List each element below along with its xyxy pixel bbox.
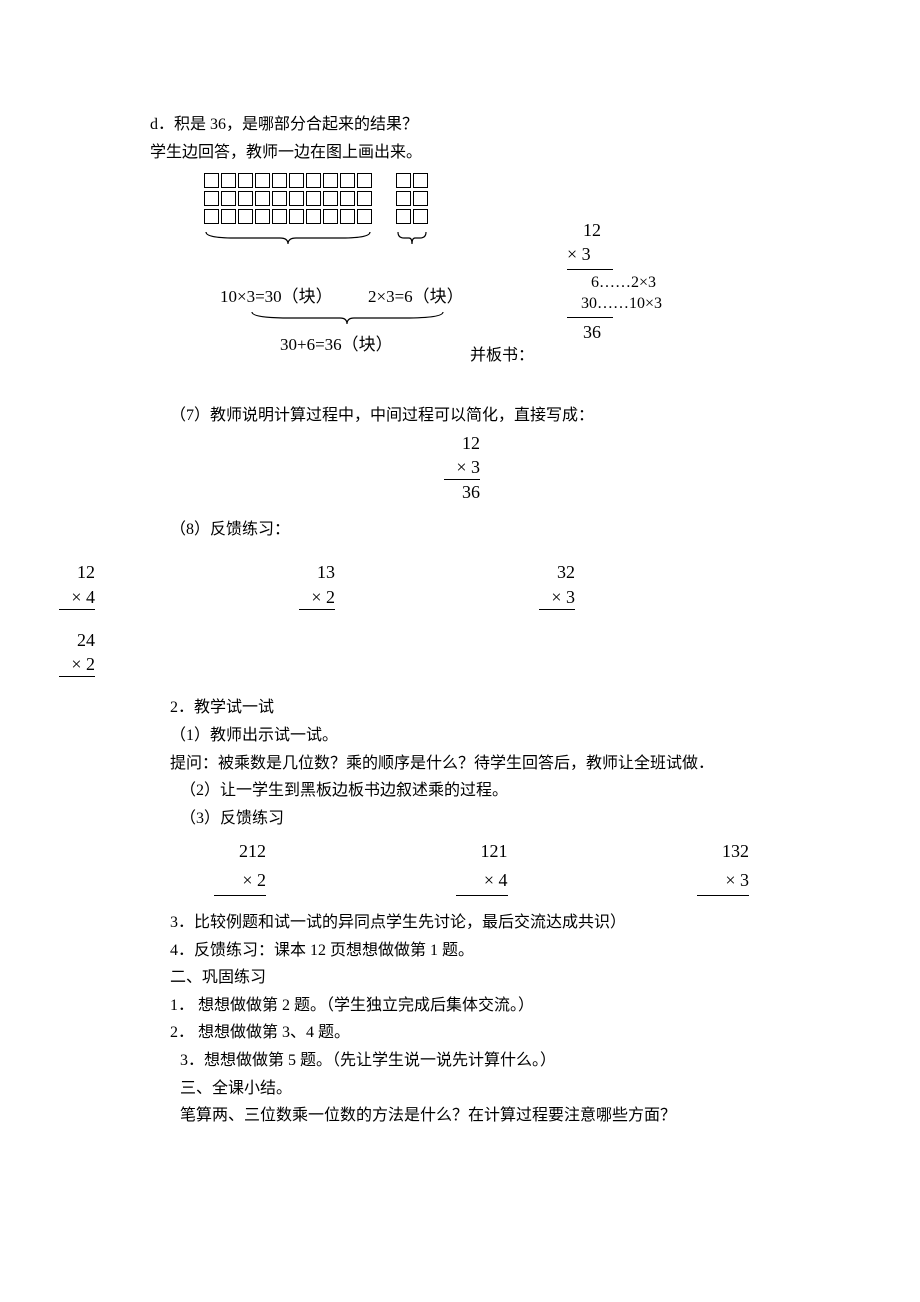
section-2-3: （3）反馈练习 — [150, 806, 770, 832]
summary-question: 笔算两、三位数乘一位数的方法是什么？在计算过程要注意哪些方面？ — [150, 1103, 770, 1129]
squares-group-10 — [204, 173, 372, 227]
vcalc-r4: 30……10×3 — [567, 293, 687, 315]
practice-item: 132 × 3 — [697, 837, 749, 896]
vcalc-r1: 12 — [567, 218, 687, 242]
calc-2x3: 2×3=6（块） — [368, 283, 464, 310]
practice-row-1: 12 × 4 13 × 2 32 × 3 — [100, 560, 770, 610]
practice-item: 121 × 4 — [456, 837, 508, 896]
section-2-1: （1）教师出示试一试。 — [150, 723, 770, 749]
practice-item: 212 × 2 — [214, 837, 266, 896]
paragraph-8: （8）反馈练习： — [150, 517, 770, 543]
vertical-calc-detailed: 12 × 3 6……2×3 30……10×3 36 — [567, 218, 687, 344]
simplify-r3: 36 — [444, 480, 480, 504]
brace-right-icon — [396, 229, 428, 255]
vcalc-r3: 6……2×3 — [567, 272, 687, 294]
board-label: 并板书： — [470, 343, 534, 369]
vertical-calc-simplified: 12 × 3 36 — [444, 431, 480, 505]
consolidate-3: 3．想想做做第 5 题。（先让学生说一说先计算什么。） — [150, 1048, 770, 1074]
practice-item-extra: 24 × 2 — [55, 628, 95, 678]
paragraph-4: 4．反馈练习：课本 12 页想想做做第 1 题。 — [150, 938, 770, 964]
practice-item: 12 × 4 — [55, 560, 95, 610]
paragraph-answer: 学生边回答，教师一边在图上画出来。 — [150, 140, 770, 166]
practice-item: 13 × 2 — [295, 560, 335, 610]
practice-item: 32 × 3 — [535, 560, 575, 610]
paragraph-3: 3．比较例题和试一试的异同点学生先讨论，最后交流达成共识） — [150, 910, 770, 936]
simplify-r2: × 3 — [444, 455, 480, 479]
paragraph-7: （7）教师说明计算过程中，中间过程可以简化，直接写成： — [150, 403, 770, 429]
practice-row-2: 212 × 2 121 × 4 132 × 3 — [214, 837, 749, 896]
paragraph-d: d．积是 36，是哪部分合起来的结果？ — [150, 112, 770, 138]
squares-group-2 — [396, 173, 428, 227]
diagram-area: 10×3=30（块） 2×3=6（块） 30+6=36（块） 并板书： 12 ×… — [150, 173, 770, 383]
calc-sum: 30+6=36（块） — [280, 331, 393, 358]
consolidate-1: 1． 想想做做第 2 题。（学生独立完成后集体交流。） — [150, 993, 770, 1019]
consolidate-2: 2． 想想做做第 3、4 题。 — [150, 1020, 770, 1046]
simplify-r1: 12 — [444, 431, 480, 455]
section-2-question: 提问：被乘数是几位数？乘的顺序是什么？待学生回答后，教师让全班试做． — [150, 751, 770, 777]
vcalc-r5: 36 — [567, 320, 687, 344]
calc-10x3: 10×3=30（块） — [220, 283, 333, 310]
section-2-title: 2．教学试一试 — [150, 695, 770, 721]
section-summary-title: 三、全课小结。 — [150, 1076, 770, 1102]
section-consolidate-title: 二、巩固练习 — [150, 965, 770, 991]
brace-left-icon — [204, 229, 372, 255]
vcalc-r2: × 3 — [567, 242, 687, 266]
section-2-2: （2）让一学生到黑板边板书边叙述乘的过程。 — [150, 778, 770, 804]
